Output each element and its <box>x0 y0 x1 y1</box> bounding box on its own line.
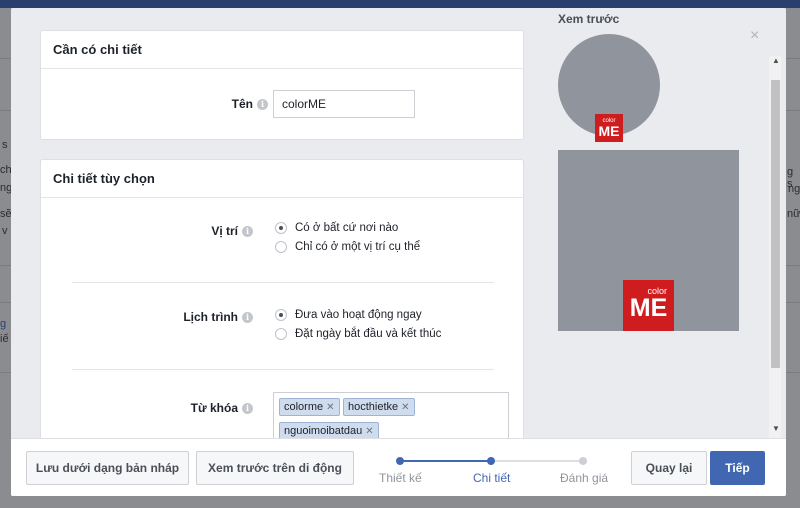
radio-label: Có ở bất cứ nơi nào <box>295 222 399 234</box>
remove-tag-icon[interactable]: ✕ <box>401 402 409 413</box>
close-icon[interactable]: × <box>750 28 759 44</box>
info-icon[interactable]: i <box>242 311 253 323</box>
schedule-option-dates[interactable]: Đặt ngày bắt đầu và kết thúc <box>275 328 441 340</box>
create-offer-dialog: × Cần có chi tiết Tên i Chi tiết tùy chọ… <box>11 8 786 496</box>
colorme-logo: color ME <box>623 280 674 331</box>
step-label-review[interactable]: Đánh giá <box>560 471 608 485</box>
preview-title: Xem trước <box>558 12 620 26</box>
next-button[interactable]: Tiếp <box>710 451 765 485</box>
keyword-tag-text: colorme <box>284 401 324 413</box>
scroll-down-icon[interactable]: ▼ <box>772 424 780 433</box>
radio-button[interactable] <box>275 241 287 253</box>
progress-line-pending <box>491 460 583 462</box>
radio-button[interactable] <box>275 222 287 234</box>
background-text: ch <box>0 164 12 176</box>
card-title: Cần có chi tiết <box>41 31 523 69</box>
name-input[interactable] <box>273 90 415 118</box>
background-text: s <box>2 139 8 151</box>
card-title: Chi tiết tùy chọn <box>41 160 523 198</box>
background-text: nữ <box>787 208 800 220</box>
info-icon[interactable]: i <box>257 98 268 110</box>
name-label: Tên i <box>68 97 268 111</box>
progress-line-done <box>401 460 491 462</box>
background-text: ng <box>788 183 800 195</box>
logo-big-text: ME <box>629 294 668 322</box>
keyword-tag: colorme ✕ <box>279 398 340 416</box>
name-label-text: Tên <box>231 97 253 111</box>
circle-preview-image: color ME <box>558 34 660 142</box>
background-text: sẽ <box>0 208 12 220</box>
remove-tag-icon[interactable]: ✕ <box>365 426 373 437</box>
info-icon[interactable]: i <box>242 225 253 237</box>
schedule-option-now[interactable]: Đưa vào hoạt động ngay <box>275 309 422 321</box>
location-label-text: Vị trí <box>211 224 238 238</box>
keywords-label: Từ khóa i <box>53 401 253 415</box>
step-dot-review <box>579 457 587 465</box>
section-divider <box>72 369 494 370</box>
radio-button[interactable] <box>275 309 287 321</box>
location-option-specific[interactable]: Chỉ có ở một vị trí cụ thể <box>275 241 420 253</box>
location-option-anywhere[interactable]: Có ở bất cứ nơi nào <box>275 222 398 234</box>
background-text: iế <box>0 333 9 345</box>
keywords-label-text: Từ khóa <box>190 401 238 415</box>
section-divider <box>72 282 494 283</box>
keyword-tag-text: nguoimoibatdau <box>284 425 363 437</box>
radio-label: Chỉ có ở một vị trí cụ thể <box>295 241 421 253</box>
location-label: Vị trí i <box>53 224 253 238</box>
keywords-input[interactable]: colorme ✕ hocthietke ✕ nguoimoibatdau ✕ <box>273 392 509 438</box>
step-dot-design <box>396 457 404 465</box>
remove-tag-icon[interactable]: ✕ <box>326 402 334 413</box>
schedule-label: Lịch trình i <box>53 310 253 324</box>
scroll-up-icon[interactable]: ▲ <box>772 56 780 65</box>
step-label-details[interactable]: Chi tiết <box>473 471 510 485</box>
square-preview-image: color ME <box>558 150 739 331</box>
page-top-bar <box>0 0 800 8</box>
colorme-logo: color ME <box>595 114 623 142</box>
keyword-tag: hocthietke ✕ <box>343 398 415 416</box>
mobile-preview-button[interactable]: Xem trước trên di động <box>196 451 354 485</box>
scrollbar-thumb[interactable] <box>771 80 780 368</box>
dialog-footer: Lưu dưới dạng bản nháp Xem trước trên di… <box>11 438 786 496</box>
step-dot-details <box>487 457 495 465</box>
optional-details-card: Chi tiết tùy chọn Vị trí i Có ở bất cứ n… <box>40 159 524 438</box>
step-label-design[interactable]: Thiết kế <box>379 471 422 485</box>
dialog-content: Cần có chi tiết Tên i Chi tiết tùy chọn … <box>11 8 786 438</box>
radio-button[interactable] <box>275 328 287 340</box>
logo-big-text: ME <box>598 123 620 139</box>
background-text: v <box>2 225 8 237</box>
radio-label: Đưa vào hoạt động ngay <box>295 309 422 321</box>
background-link: g <box>0 318 7 330</box>
info-icon[interactable]: i <box>242 402 253 414</box>
keyword-tag: nguoimoibatdau ✕ <box>279 422 379 438</box>
keyword-tag-text: hocthietke <box>348 401 399 413</box>
required-details-card: Cần có chi tiết Tên i <box>40 30 524 140</box>
save-draft-button[interactable]: Lưu dưới dạng bản nháp <box>26 451 189 485</box>
schedule-label-text: Lịch trình <box>183 310 238 324</box>
radio-label: Đặt ngày bắt đầu và kết thúc <box>295 328 442 340</box>
back-button[interactable]: Quay lại <box>631 451 707 485</box>
